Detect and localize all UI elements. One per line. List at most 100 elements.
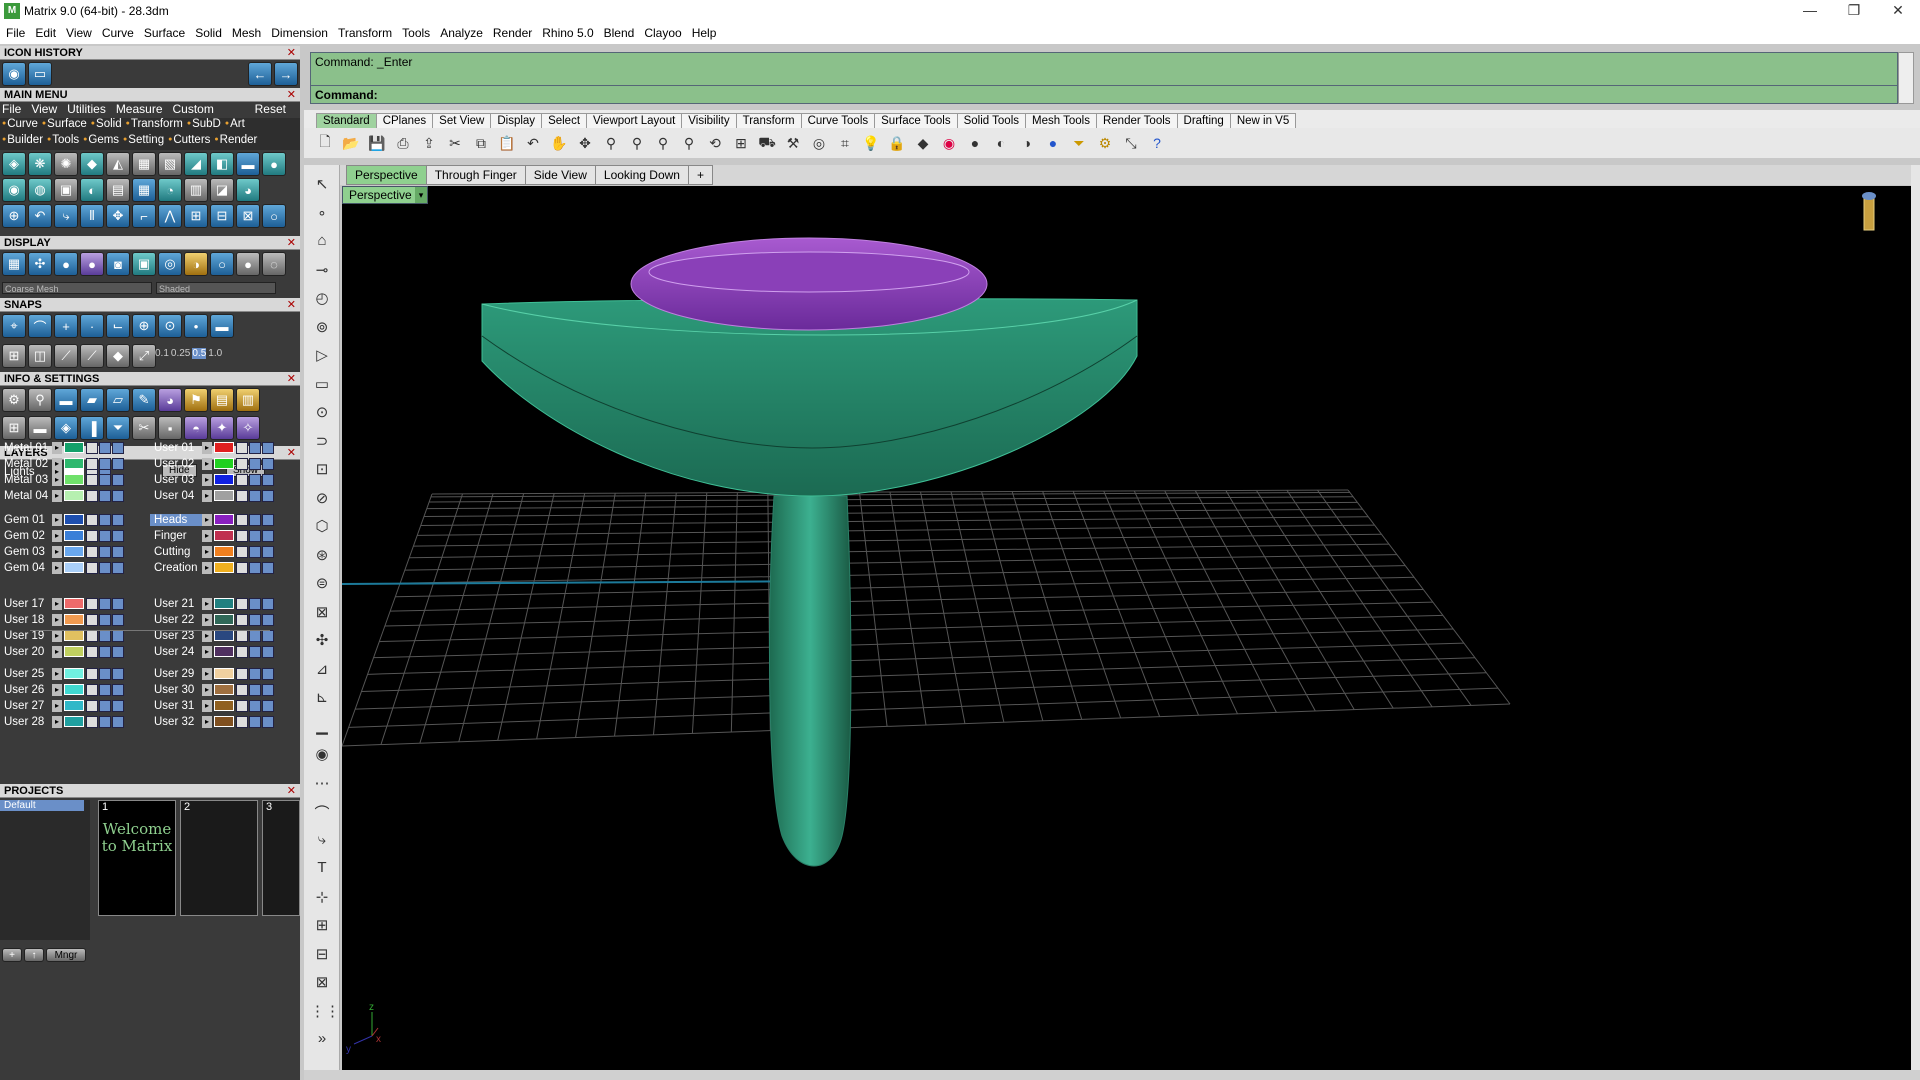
reset-button[interactable]: Reset xyxy=(255,102,286,118)
render-sphere-icon[interactable]: ● xyxy=(964,132,986,154)
display-mode-select[interactable]: Shaded xyxy=(156,282,276,294)
expand-icon[interactable]: ▸ xyxy=(52,629,62,642)
render-sphere-icon[interactable]: ◐ xyxy=(990,132,1012,154)
vertical-tool-icon[interactable]: ◴ xyxy=(310,289,334,311)
settings-icon[interactable]: ⚙ xyxy=(1094,132,1116,154)
layer-row[interactable]: User 02 ▸ xyxy=(150,456,275,471)
tool-icon[interactable]: ▬ xyxy=(236,152,260,176)
viewport-perspective[interactable]: z x y xyxy=(342,186,1911,1070)
tool-icon[interactable]: ◌ xyxy=(262,252,286,276)
menu-item-help[interactable]: Help xyxy=(692,26,725,40)
tool-icon[interactable]: ⌐ xyxy=(132,204,156,228)
lock-icon[interactable] xyxy=(86,513,98,526)
tool-icon[interactable]: ◉ xyxy=(2,178,26,202)
layer-row[interactable]: Metal 02 ▸ xyxy=(0,456,125,471)
tool-icon[interactable]: ◈ xyxy=(54,416,78,440)
toolbar-tab-display[interactable]: Display xyxy=(490,113,543,128)
layer-color-swatch[interactable] xyxy=(64,514,84,525)
toolbar-tab-transform[interactable]: Transform xyxy=(735,113,802,128)
layer-color-swatch[interactable] xyxy=(214,474,234,485)
tool-icon[interactable]: ▧ xyxy=(158,152,182,176)
tool-icon[interactable]: ⊟ xyxy=(210,204,234,228)
vertical-tool-icon[interactable]: ⊃ xyxy=(310,432,334,454)
layer-color-swatch[interactable] xyxy=(64,442,84,453)
current-layer-icon[interactable] xyxy=(112,699,124,712)
layer-color-swatch[interactable] xyxy=(64,530,84,541)
minimize-button[interactable]: — xyxy=(1788,0,1832,22)
toolbar-tab-visibility[interactable]: Visibility xyxy=(681,113,737,128)
expand-icon[interactable]: ▸ xyxy=(202,529,212,542)
layer-color-swatch[interactable] xyxy=(64,614,84,625)
tool-icon[interactable]: ▦ xyxy=(132,152,156,176)
sub-item[interactable]: Render xyxy=(214,134,258,150)
vertical-tool-icon[interactable]: ⊹ xyxy=(310,888,334,910)
tool-icon[interactable]: ◫ xyxy=(28,344,52,368)
tool-icon[interactable]: ⤡ xyxy=(1120,132,1142,154)
current-layer-icon[interactable] xyxy=(112,645,124,658)
snap-value[interactable]: 0.1 xyxy=(155,348,169,359)
visibility-icon[interactable] xyxy=(99,545,111,558)
current-layer-icon[interactable] xyxy=(112,561,124,574)
tool-icon[interactable]: ◐ xyxy=(80,178,104,202)
layer-row[interactable]: User 26 ▸ xyxy=(0,682,125,697)
lock-icon[interactable] xyxy=(86,613,98,626)
expand-icon[interactable]: ▸ xyxy=(52,513,62,526)
layer-color-swatch[interactable] xyxy=(214,562,234,573)
tool-icon[interactable]: ⟋ xyxy=(80,344,104,368)
vertical-tool-icon[interactable]: ⊘ xyxy=(310,489,334,511)
tool-icon[interactable]: ✦ xyxy=(210,416,234,440)
visibility-icon[interactable] xyxy=(99,683,111,696)
toolbar-tab-solid-tools[interactable]: Solid Tools xyxy=(956,113,1026,128)
viewport-tab-looking-down[interactable]: Looking Down xyxy=(594,165,689,185)
vertical-tool-icon[interactable]: ◉ xyxy=(310,745,334,767)
tool-icon[interactable]: ◪ xyxy=(210,178,234,202)
project-slot-3[interactable]: 3 xyxy=(262,800,300,916)
tool-icon[interactable]: ● xyxy=(262,152,286,176)
zoom-selected-icon[interactable]: ⚲ xyxy=(678,132,700,154)
toolbar-tab-mesh-tools[interactable]: Mesh Tools xyxy=(1025,113,1097,128)
menu-item-render[interactable]: Render xyxy=(493,26,540,40)
visibility-icon[interactable] xyxy=(99,441,111,454)
lock-icon[interactable] xyxy=(236,441,248,454)
expand-icon[interactable]: ▸ xyxy=(202,441,212,454)
viewport-tab-through-finger[interactable]: Through Finger xyxy=(425,165,526,185)
sub-item[interactable]: Surface xyxy=(42,118,87,134)
current-layer-icon[interactable] xyxy=(112,513,124,526)
toolbar-tab-surface-tools[interactable]: Surface Tools xyxy=(874,113,958,128)
current-layer-icon[interactable] xyxy=(112,597,124,610)
menu-item-mesh[interactable]: Mesh xyxy=(232,26,269,40)
layer-color-swatch[interactable] xyxy=(64,474,84,485)
layer-row[interactable]: User 29 ▸ xyxy=(150,666,275,681)
toolbar-tab-drafting[interactable]: Drafting xyxy=(1176,113,1231,128)
visibility-icon[interactable] xyxy=(99,715,111,728)
current-layer-icon[interactable] xyxy=(262,545,274,558)
snap-icon[interactable]: ⊕ xyxy=(132,314,156,338)
vertical-tool-icon[interactable]: ▁ xyxy=(310,717,334,739)
current-layer-icon[interactable] xyxy=(112,715,124,728)
tool-icon[interactable]: ◆ xyxy=(80,152,104,176)
viewport-tab-add[interactable]: + xyxy=(687,165,713,185)
lock-icon[interactable] xyxy=(236,457,248,470)
visibility-icon[interactable] xyxy=(249,561,261,574)
tool-icon[interactable]: ◭ xyxy=(106,152,130,176)
tool-icon[interactable]: ▪ xyxy=(158,416,182,440)
close-icon[interactable]: ✕ xyxy=(287,372,296,386)
snap-center-icon[interactable]: ⊙ xyxy=(158,314,182,338)
layer-color-swatch[interactable] xyxy=(64,630,84,641)
tool-icon[interactable]: ⊞ xyxy=(184,204,208,228)
toolbar-tab-new-in-v5[interactable]: New in V5 xyxy=(1229,113,1297,128)
tool-icon[interactable]: ▦ xyxy=(132,178,156,202)
current-layer-icon[interactable] xyxy=(112,441,124,454)
vertical-tool-icon[interactable]: ⊙ xyxy=(310,403,334,425)
vertical-tool-icon[interactable]: ✣ xyxy=(310,631,334,653)
tool-icon[interactable]: ◎ xyxy=(808,132,830,154)
help-icon[interactable]: ? xyxy=(1146,132,1168,154)
tool-icon[interactable]: ▱ xyxy=(106,388,130,412)
tool-icon[interactable]: ⊕ xyxy=(2,204,26,228)
visibility-icon[interactable] xyxy=(249,667,261,680)
command-scrollbar[interactable] xyxy=(1898,52,1914,104)
lock-icon[interactable] xyxy=(236,715,248,728)
layer-row[interactable]: User 27 ▸ xyxy=(0,698,125,713)
tool-icon[interactable]: ◕ xyxy=(236,178,260,202)
expand-icon[interactable]: ▸ xyxy=(202,645,212,658)
